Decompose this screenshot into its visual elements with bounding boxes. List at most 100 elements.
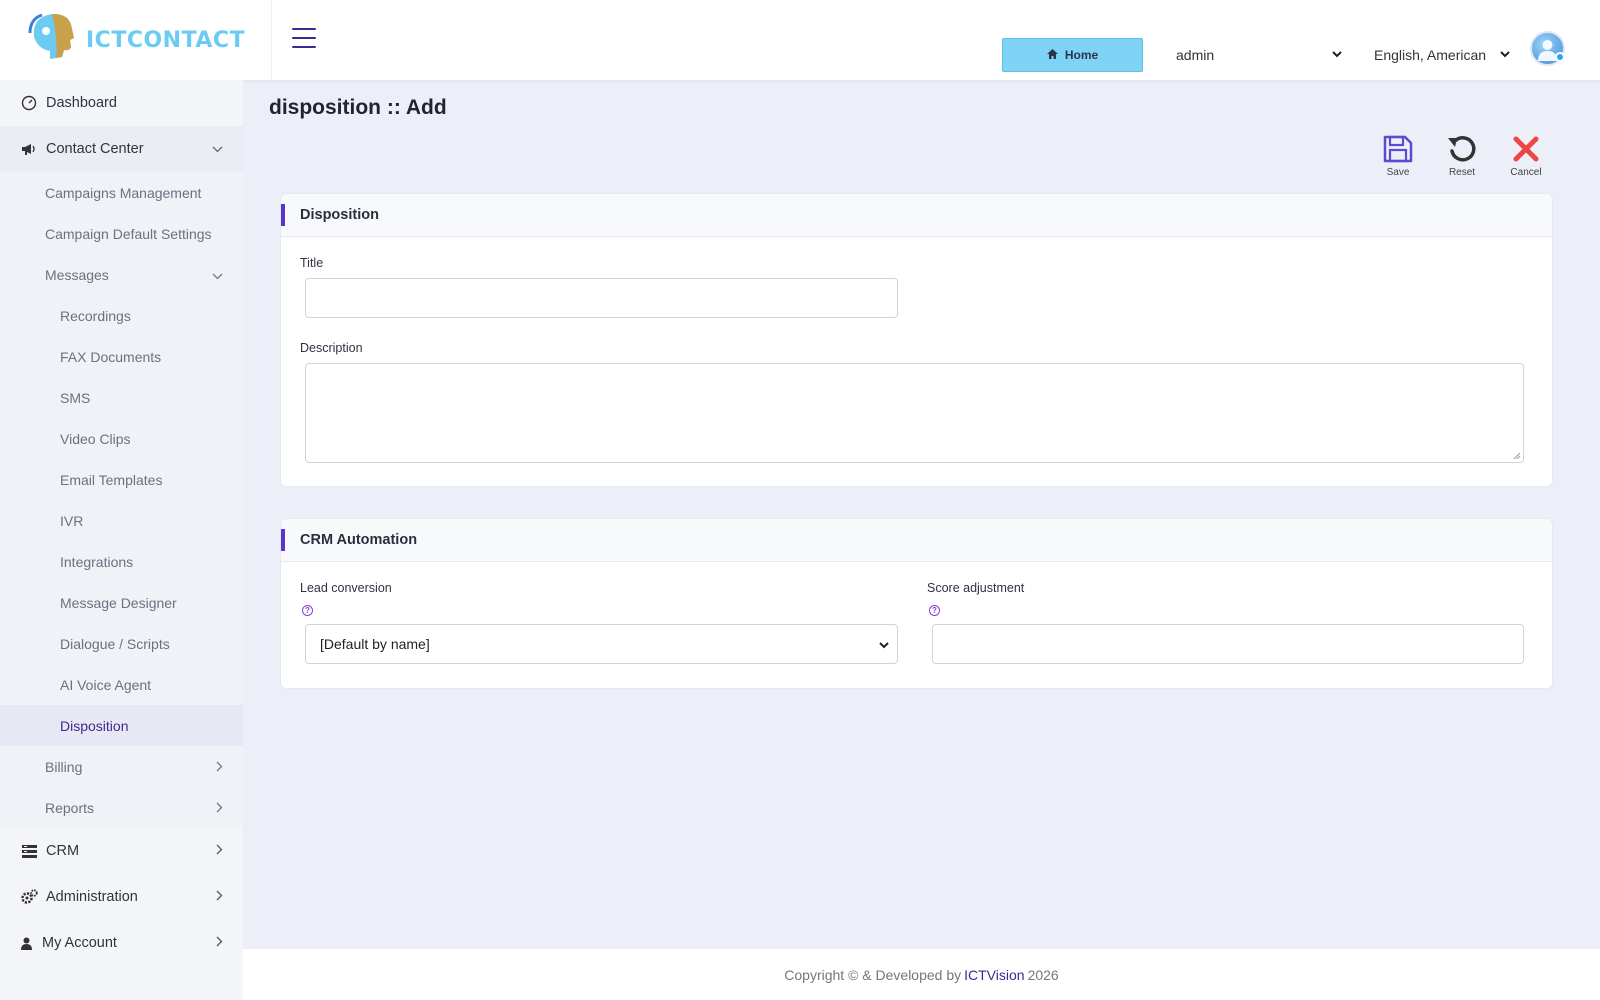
- contact-center-submenu: Campaigns Management Campaign Default Se…: [0, 172, 243, 828]
- sidebar-item-campaigns-management[interactable]: Campaigns Management: [0, 172, 243, 213]
- sidebar-item-label: Dialogue / Scripts: [60, 635, 170, 652]
- home-button[interactable]: Home: [1002, 38, 1143, 72]
- crm-automation-card-title: CRM Automation: [300, 532, 418, 548]
- crm-automation-card-header: CRM Automation: [281, 519, 1552, 562]
- sidebar-item-label: Administration: [46, 889, 138, 905]
- user-select[interactable]: admin: [1176, 42, 1342, 68]
- sidebar-item-sms[interactable]: SMS: [0, 377, 243, 418]
- title-label: Title: [300, 256, 324, 270]
- close-icon: [1501, 135, 1551, 163]
- top-bar: Home admin English, American: [243, 0, 1600, 80]
- crm-icon: [20, 842, 38, 860]
- description-label: Description: [300, 341, 363, 355]
- sidebar-item-recordings[interactable]: Recordings: [0, 295, 243, 336]
- sidebar-item-billing[interactable]: Billing: [0, 746, 243, 787]
- dashboard-icon: [20, 94, 38, 112]
- language-select[interactable]: English, American: [1374, 42, 1510, 68]
- lead-conversion-value: [Default by name]: [320, 636, 430, 652]
- sidebar-item-ai-voice-agent[interactable]: AI Voice Agent: [0, 664, 243, 705]
- sidebar-item-label: Reports: [45, 799, 95, 816]
- sidebar-item-label: Campaigns Management: [45, 184, 202, 201]
- chevron-right-icon: [216, 935, 223, 951]
- footer-copyright: Copyright © & Developed by: [784, 966, 962, 983]
- sidebar-item-label: Message Designer: [60, 594, 177, 611]
- cancel-label: Cancel: [1510, 167, 1542, 178]
- reset-label: Reset: [1448, 167, 1476, 178]
- sidebar-item-label: Integrations: [60, 553, 134, 570]
- brand-name: ICTCONTACT: [86, 27, 246, 53]
- sidebar-item-message-designer[interactable]: Message Designer: [0, 582, 243, 623]
- sidebar-item-label: Campaign Default Settings: [45, 225, 212, 242]
- chevron-down-icon: [212, 141, 223, 157]
- sidebar-item-label: IVR: [60, 512, 84, 529]
- score-adjustment-label: Score adjustment: [927, 581, 1025, 595]
- footer-year: 2026: [1027, 966, 1059, 983]
- footer: Copyright © & Developed by ICTVision 202…: [243, 949, 1600, 1000]
- sidebar-item-dashboard[interactable]: Dashboard: [0, 80, 243, 126]
- sidebar-nav: Dashboard Contact Center Campaigns Manag…: [0, 80, 243, 966]
- home-icon: [1046, 48, 1058, 62]
- reset-button[interactable]: Reset: [1437, 135, 1487, 178]
- logo-head-icon: [28, 11, 80, 70]
- sidebar-item-administration[interactable]: Administration: [0, 874, 243, 920]
- cancel-button[interactable]: Cancel: [1501, 135, 1551, 178]
- sidebar-item-reports[interactable]: Reports: [0, 787, 243, 828]
- score-adjustment-input[interactable]: [932, 624, 1524, 664]
- disposition-card-header: Disposition: [281, 194, 1552, 237]
- chevron-right-icon: [216, 800, 223, 816]
- lead-conversion-label: Lead conversion: [300, 581, 392, 595]
- help-icon[interactable]: ?: [929, 605, 940, 616]
- lead-conversion-select[interactable]: [Default by name]: [305, 624, 898, 664]
- sidebar-item-label: Recordings: [60, 307, 131, 324]
- sidebar-item-label: Contact Center: [46, 141, 144, 157]
- crm-automation-card: CRM Automation Lead conversion ? [Defaul…: [280, 518, 1553, 689]
- save-button[interactable]: Save: [1373, 135, 1423, 178]
- sidebar: Dashboard Contact Center Campaigns Manag…: [0, 0, 243, 1000]
- hamburger-menu-icon[interactable]: [292, 28, 316, 50]
- chevron-down-icon: [1332, 49, 1342, 61]
- sidebar-item-email-templates[interactable]: Email Templates: [0, 459, 243, 500]
- reset-icon: [1437, 135, 1487, 163]
- gears-icon: [20, 888, 38, 906]
- sidebar-item-label: CRM: [46, 843, 80, 859]
- page-title: disposition :: Add: [269, 96, 447, 119]
- sidebar-item-label: Email Templates: [60, 471, 163, 488]
- sidebar-item-label: SMS: [60, 389, 91, 406]
- description-textarea[interactable]: [305, 363, 1524, 463]
- sidebar-item-label: FAX Documents: [60, 348, 162, 365]
- floppy-disk-icon: [1373, 135, 1423, 163]
- chevron-down-icon: [212, 267, 223, 283]
- disposition-card: Disposition Title Description: [280, 193, 1553, 487]
- online-status-dot: [1555, 52, 1565, 62]
- resize-handle-icon[interactable]: [1513, 452, 1521, 460]
- sidebar-item-ivr[interactable]: IVR: [0, 500, 243, 541]
- sidebar-item-disposition[interactable]: Disposition: [0, 705, 243, 746]
- disposition-card-title: Disposition: [300, 207, 379, 223]
- sidebar-item-fax-documents[interactable]: FAX Documents: [0, 336, 243, 377]
- sidebar-item-label: Video Clips: [60, 430, 131, 447]
- sidebar-item-label: Billing: [45, 758, 83, 775]
- sidebar-item-dialogue-scripts[interactable]: Dialogue / Scripts: [0, 623, 243, 664]
- chevron-down-icon: [1500, 49, 1510, 61]
- chevron-down-icon: [879, 636, 889, 652]
- chevron-right-icon: [216, 843, 223, 859]
- sidebar-item-my-account[interactable]: My Account: [0, 920, 243, 966]
- sidebar-item-messages[interactable]: Messages: [0, 254, 243, 295]
- sidebar-item-video-clips[interactable]: Video Clips: [0, 418, 243, 459]
- home-button-label: Home: [1064, 48, 1099, 62]
- brand-logo[interactable]: ICTCONTACT: [0, 0, 272, 80]
- sidebar-item-contact-center[interactable]: Contact Center: [0, 126, 243, 172]
- sidebar-item-campaign-default-settings[interactable]: Campaign Default Settings: [0, 213, 243, 254]
- sidebar-item-label: Dashboard: [46, 95, 117, 111]
- chevron-right-icon: [216, 889, 223, 905]
- chevron-right-icon: [216, 759, 223, 775]
- sidebar-item-label: Disposition: [60, 717, 129, 734]
- user-select-value: admin: [1176, 47, 1215, 63]
- footer-ictvision-link[interactable]: ICTVision: [964, 967, 1024, 983]
- language-select-value: English, American: [1374, 47, 1487, 63]
- sidebar-item-crm[interactable]: CRM: [0, 828, 243, 874]
- help-icon[interactable]: ?: [302, 605, 313, 616]
- avatar[interactable]: [1530, 31, 1565, 66]
- sidebar-item-integrations[interactable]: Integrations: [0, 541, 243, 582]
- title-input[interactable]: [305, 278, 898, 318]
